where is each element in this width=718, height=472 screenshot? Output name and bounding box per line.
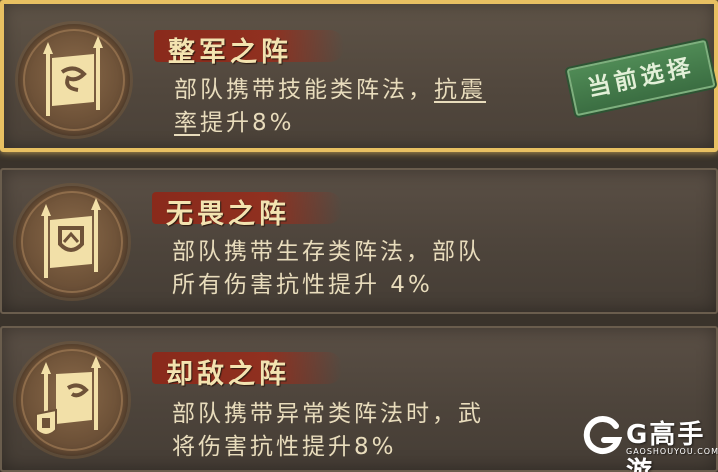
g-logo-icon — [583, 416, 622, 455]
formation-title: 无畏之阵 — [166, 199, 290, 230]
resistance-term-link-cont[interactable]: 率 — [174, 110, 200, 136]
formation-title-banner: 却敌之阵 — [152, 348, 342, 390]
formation-description: 部队携带生存类阵法，部队 所有伤害抗性提升 4% — [172, 239, 484, 298]
gaoshouyou-watermark: G高手游 GAOSHOUYOU.COM — [582, 414, 718, 472]
banner-helmet-icon — [16, 344, 128, 456]
banner-shield-icon — [16, 186, 128, 298]
watermark-brand: G高手游 — [626, 420, 706, 472]
formation-title-banner: 整军之阵 — [154, 26, 344, 68]
formation-title: 却敌之阵 — [166, 359, 290, 390]
formation-card-wuwei[interactable]: 无畏之阵 部队携带生存类阵法，部队 所有伤害抗性提升 4% — [0, 168, 718, 314]
formation-title: 整军之阵 — [168, 37, 292, 68]
banner-flag-icon — [18, 24, 130, 136]
formation-title-banner: 无畏之阵 — [152, 188, 342, 230]
watermark-url: GAOSHOUYOU.COM — [626, 447, 718, 456]
formation-description: 部队携带技能类阵法，抗震 率提升8% — [174, 77, 486, 136]
formation-card-zhengjun[interactable]: 整军之阵 部队携带技能类阵法，抗震 率提升8% 当前选择 — [0, 0, 718, 152]
resistance-term-link[interactable]: 抗震 — [434, 77, 486, 103]
formation-description: 部队携带异常类阵法时，武 将伤害抗性提升8% — [172, 401, 484, 460]
current-selection-badge: 当前选择 — [566, 39, 716, 117]
